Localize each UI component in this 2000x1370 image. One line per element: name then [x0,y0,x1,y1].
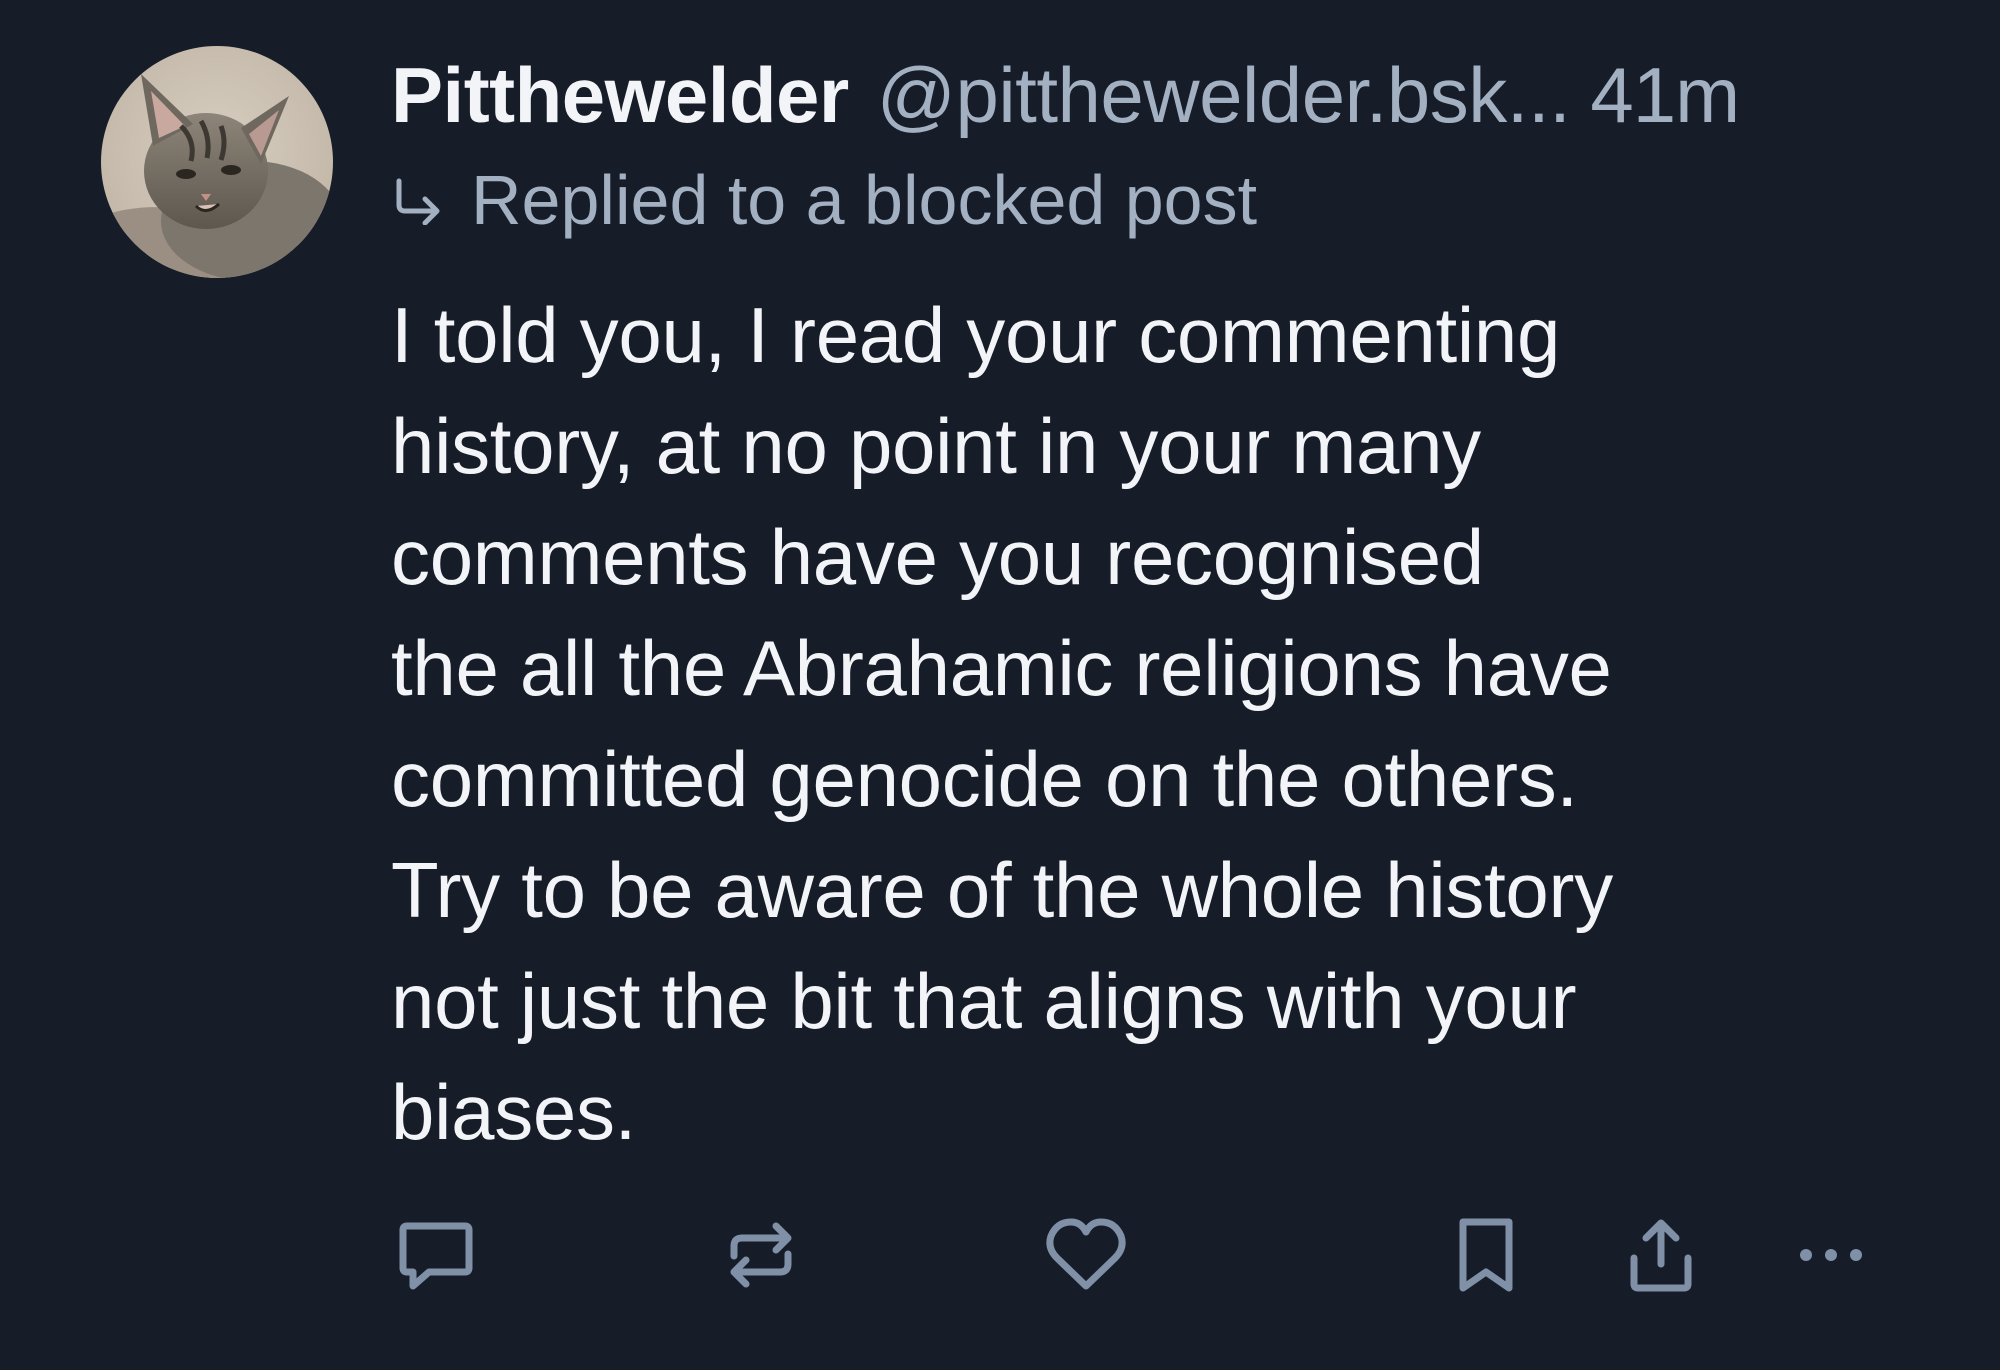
post-content: Pitthewelder @pitthewelder.bsk... 41m Re… [391,40,1951,1168]
reply-arrow-icon [391,175,447,225]
like-button[interactable] [1041,1210,1131,1300]
author-display-name[interactable]: Pitthewelder [391,40,849,150]
post-card[interactable]: Pitthewelder @pitthewelder.bsk... 41m Re… [0,0,2000,1370]
share-button[interactable] [1616,1210,1706,1300]
bookmark-icon [1459,1218,1513,1292]
author-avatar[interactable] [101,46,333,278]
repost-button[interactable] [716,1210,806,1300]
bookmark-button[interactable] [1441,1210,1531,1300]
reply-context[interactable]: Replied to a blocked post [391,150,1951,250]
comment-icon [399,1222,473,1290]
author-handle[interactable]: @pitthewelder.bsk... [877,40,1571,150]
more-options-button[interactable] [1786,1210,1876,1300]
heart-icon [1046,1218,1126,1290]
action-bar [391,1210,1891,1300]
reply-button[interactable] [391,1210,481,1300]
post-timestamp[interactable]: 41m [1590,40,1740,150]
more-dots-icon [1800,1249,1862,1261]
post-body: I told you, I read your commenting histo… [391,291,1613,1156]
reply-context-text: Replied to a blocked post [471,161,1258,239]
post-header: Pitthewelder @pitthewelder.bsk... 41m [391,40,1951,150]
share-icon [1630,1219,1692,1292]
kitten-avatar-image [101,46,333,278]
repost-icon [730,1222,792,1288]
